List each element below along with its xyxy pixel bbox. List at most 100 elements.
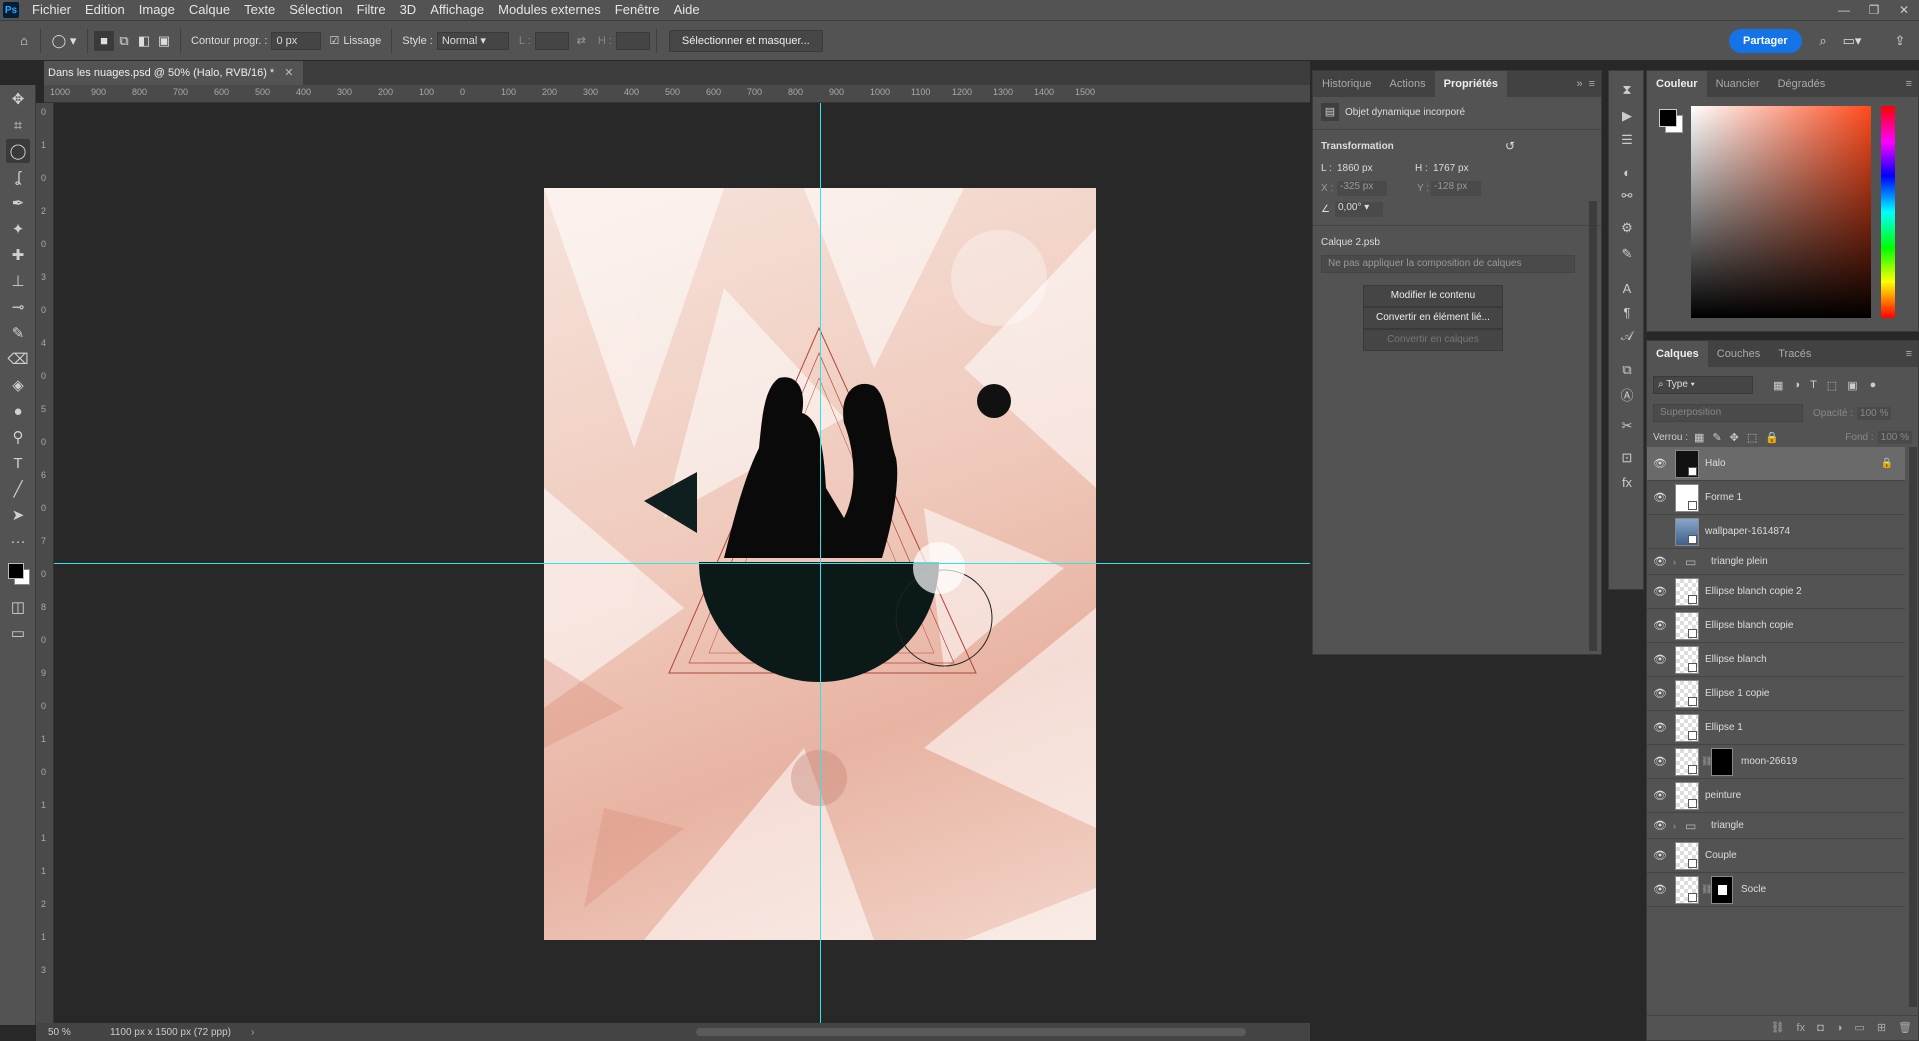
mask-link-icon[interactable]: ⛓ xyxy=(1701,884,1712,895)
status-arrow-icon[interactable]: › xyxy=(251,1027,254,1038)
layer-row-ellipse-blanch-copie-2[interactable]: 👁 Ellipse blanch copie 2 xyxy=(1647,575,1905,609)
style-select[interactable]: Normal ▾ xyxy=(436,31,509,50)
visibility-eye-icon[interactable]: 👁 xyxy=(1647,819,1673,832)
layer-name[interactable]: peinture xyxy=(1705,790,1741,801)
mask-link-icon[interactable]: ⛓ xyxy=(1701,756,1712,767)
filter-smart-icon[interactable]: ▣ xyxy=(1847,379,1857,392)
layer-row-ellipse-1[interactable]: 👁 Ellipse 1 xyxy=(1647,711,1905,745)
visibility-eye-icon[interactable]: 👁 xyxy=(1647,789,1673,802)
menu-fenetre[interactable]: Fenêtre xyxy=(608,0,667,20)
select-and-mask-button[interactable]: Sélectionner et masquer... xyxy=(668,29,823,52)
visibility-eye-icon[interactable]: 👁 xyxy=(1647,491,1673,504)
paint-bucket-tool-icon[interactable]: ◈ xyxy=(6,373,30,397)
width-input[interactable] xyxy=(534,31,569,50)
visibility-eye-icon[interactable]: 👁 xyxy=(1647,755,1673,768)
properties-scrollbar[interactable] xyxy=(1589,201,1597,651)
visibility-eye-icon[interactable]: 👁 xyxy=(1647,457,1673,470)
layer-filter-select[interactable]: ⌕ Type ▾ xyxy=(1653,376,1753,394)
new-selection-icon[interactable]: ■ xyxy=(94,30,114,51)
panel-menu-icon[interactable]: ≡ xyxy=(1906,78,1912,90)
libraries-icon[interactable]: ⚯ xyxy=(1615,185,1639,207)
delete-layer-icon[interactable]: 🗑 xyxy=(1898,1021,1912,1034)
visibility-eye-icon[interactable]: 👁 xyxy=(1647,687,1673,700)
add-mask-icon[interactable]: ◘ xyxy=(1817,1022,1824,1034)
new-group-icon[interactable]: ▭ xyxy=(1854,1021,1864,1034)
brushes-icon[interactable]: ✎ xyxy=(1615,243,1639,265)
filter-toggle-icon[interactable]: ● xyxy=(1870,379,1877,391)
x-input[interactable]: -325 px xyxy=(1337,181,1387,196)
close-tab-icon[interactable]: ✕ xyxy=(284,61,293,85)
angle-input[interactable]: 0,00° ▾ xyxy=(1335,202,1383,217)
convert-to-linked-button[interactable]: Convertir en élément lié... xyxy=(1363,307,1503,329)
visibility-eye-icon[interactable]: 👁 xyxy=(1647,883,1673,896)
actions-play-icon[interactable]: ▶ xyxy=(1615,105,1639,127)
line-tool-icon[interactable]: ╱ xyxy=(6,477,30,501)
subtract-selection-icon[interactable]: ◧ xyxy=(134,31,154,51)
layer-name[interactable]: moon-26619 xyxy=(1741,756,1797,767)
history-icon[interactable]: ⧗ xyxy=(1615,79,1639,101)
opacity-input[interactable]: 100 % xyxy=(1857,406,1892,420)
lock-all-icon[interactable]: 🔒 xyxy=(1765,431,1779,444)
search-icon[interactable]: ⌕ xyxy=(1813,31,1833,51)
layer-name[interactable]: Forme 1 xyxy=(1705,492,1742,503)
magic-wand-tool-icon[interactable]: ✦ xyxy=(6,217,30,241)
add-selection-icon[interactable]: ⧉ xyxy=(114,31,134,51)
minimize-button[interactable]: — xyxy=(1829,0,1859,20)
layer-row-ellipse-blanch-copie[interactable]: 👁 Ellipse blanch copie xyxy=(1647,609,1905,643)
edit-contents-button[interactable]: Modifier le contenu xyxy=(1363,285,1503,307)
y-input[interactable]: -128 px xyxy=(1431,181,1481,196)
layer-name[interactable]: Ellipse blanch xyxy=(1705,654,1767,665)
type-tool-icon[interactable]: T xyxy=(6,451,30,475)
glyphs-icon[interactable]: 𝒜 xyxy=(1615,325,1639,347)
layer-row-halo[interactable]: 👁 Halo 🔒 xyxy=(1647,447,1905,481)
more-tools-icon[interactable]: ··· xyxy=(6,529,30,553)
new-adjustment-icon[interactable]: ◑ xyxy=(1836,1022,1843,1034)
menu-aide[interactable]: Aide xyxy=(667,0,707,20)
character-icon[interactable]: A xyxy=(1615,277,1639,299)
lock-artboard-icon[interactable]: ⬚ xyxy=(1747,431,1757,444)
pen-tool-icon[interactable]: ✒ xyxy=(6,191,30,215)
visibility-eye-icon[interactable]: 👁 xyxy=(1647,585,1673,598)
layer-row-couple[interactable]: 👁 Couple xyxy=(1647,839,1905,873)
hue-slider[interactable] xyxy=(1881,106,1895,318)
add-style-fx-icon[interactable]: fx xyxy=(1797,1022,1806,1034)
clone-source-icon[interactable]: ⊡ xyxy=(1615,447,1639,469)
filter-shape-icon[interactable]: ⬚ xyxy=(1827,379,1837,392)
layer-row-triangle-plein[interactable]: 👁 › ▭ triangle plein xyxy=(1647,549,1905,575)
filter-type-icon[interactable]: T xyxy=(1810,379,1817,391)
tab-couches[interactable]: Couches xyxy=(1708,341,1769,367)
layer-mask-thumbnail[interactable] xyxy=(1711,747,1733,776)
lock-transparency-icon[interactable]: ▦ xyxy=(1694,431,1704,444)
visibility-eye-icon[interactable]: 👁 xyxy=(1647,721,1673,734)
filter-pixel-icon[interactable]: ▦ xyxy=(1773,379,1783,392)
group-expand-chevron-icon[interactable]: › xyxy=(1673,557,1681,567)
panel-menu-icon[interactable]: ≡ xyxy=(1906,348,1912,360)
group-expand-chevron-icon[interactable]: › xyxy=(1673,821,1681,831)
brush-settings-icon[interactable]: ⚙ xyxy=(1615,217,1639,239)
ellipse-marquee-preset-icon[interactable]: ◯ ▾ xyxy=(47,31,81,51)
dodge-tool-icon[interactable]: ⚲ xyxy=(6,425,30,449)
layer-name[interactable]: Ellipse blanch copie xyxy=(1705,620,1793,631)
adjustments-icon[interactable]: ◐ xyxy=(1615,161,1639,183)
height-input[interactable] xyxy=(615,31,650,50)
layer-name[interactable]: triangle plein xyxy=(1711,556,1768,567)
reset-transform-icon[interactable]: ↺ xyxy=(1505,139,1515,153)
menu-filtre[interactable]: Filtre xyxy=(350,0,393,20)
fill-input[interactable]: 100 % xyxy=(1877,430,1912,444)
layer-name[interactable]: Socle xyxy=(1741,884,1766,895)
path-selection-tool-icon[interactable]: ➤ xyxy=(6,503,30,527)
tab-traces[interactable]: Tracés xyxy=(1769,341,1820,367)
tab-degrades[interactable]: Dégradés xyxy=(1769,71,1835,97)
eyedropper-tool-icon[interactable]: ⊸ xyxy=(6,295,30,319)
panel-menu-icon[interactable]: ≡ xyxy=(1589,78,1595,90)
visibility-eye-icon[interactable]: 👁 xyxy=(1647,653,1673,666)
move-tool-icon[interactable]: ✥ xyxy=(6,87,30,111)
layer-name[interactable]: Ellipse 1 copie xyxy=(1705,688,1769,699)
menu-fichier[interactable]: Fichier xyxy=(25,0,78,20)
menu-edition[interactable]: Edition xyxy=(78,0,132,20)
color-picker-field[interactable] xyxy=(1691,106,1871,318)
blur-tool-icon[interactable]: ● xyxy=(6,399,30,423)
quick-mask-icon[interactable]: ◫ xyxy=(6,595,30,619)
styles-fx-icon[interactable]: fx xyxy=(1615,471,1639,493)
link-layers-icon[interactable]: ⛓ xyxy=(1771,1021,1785,1034)
